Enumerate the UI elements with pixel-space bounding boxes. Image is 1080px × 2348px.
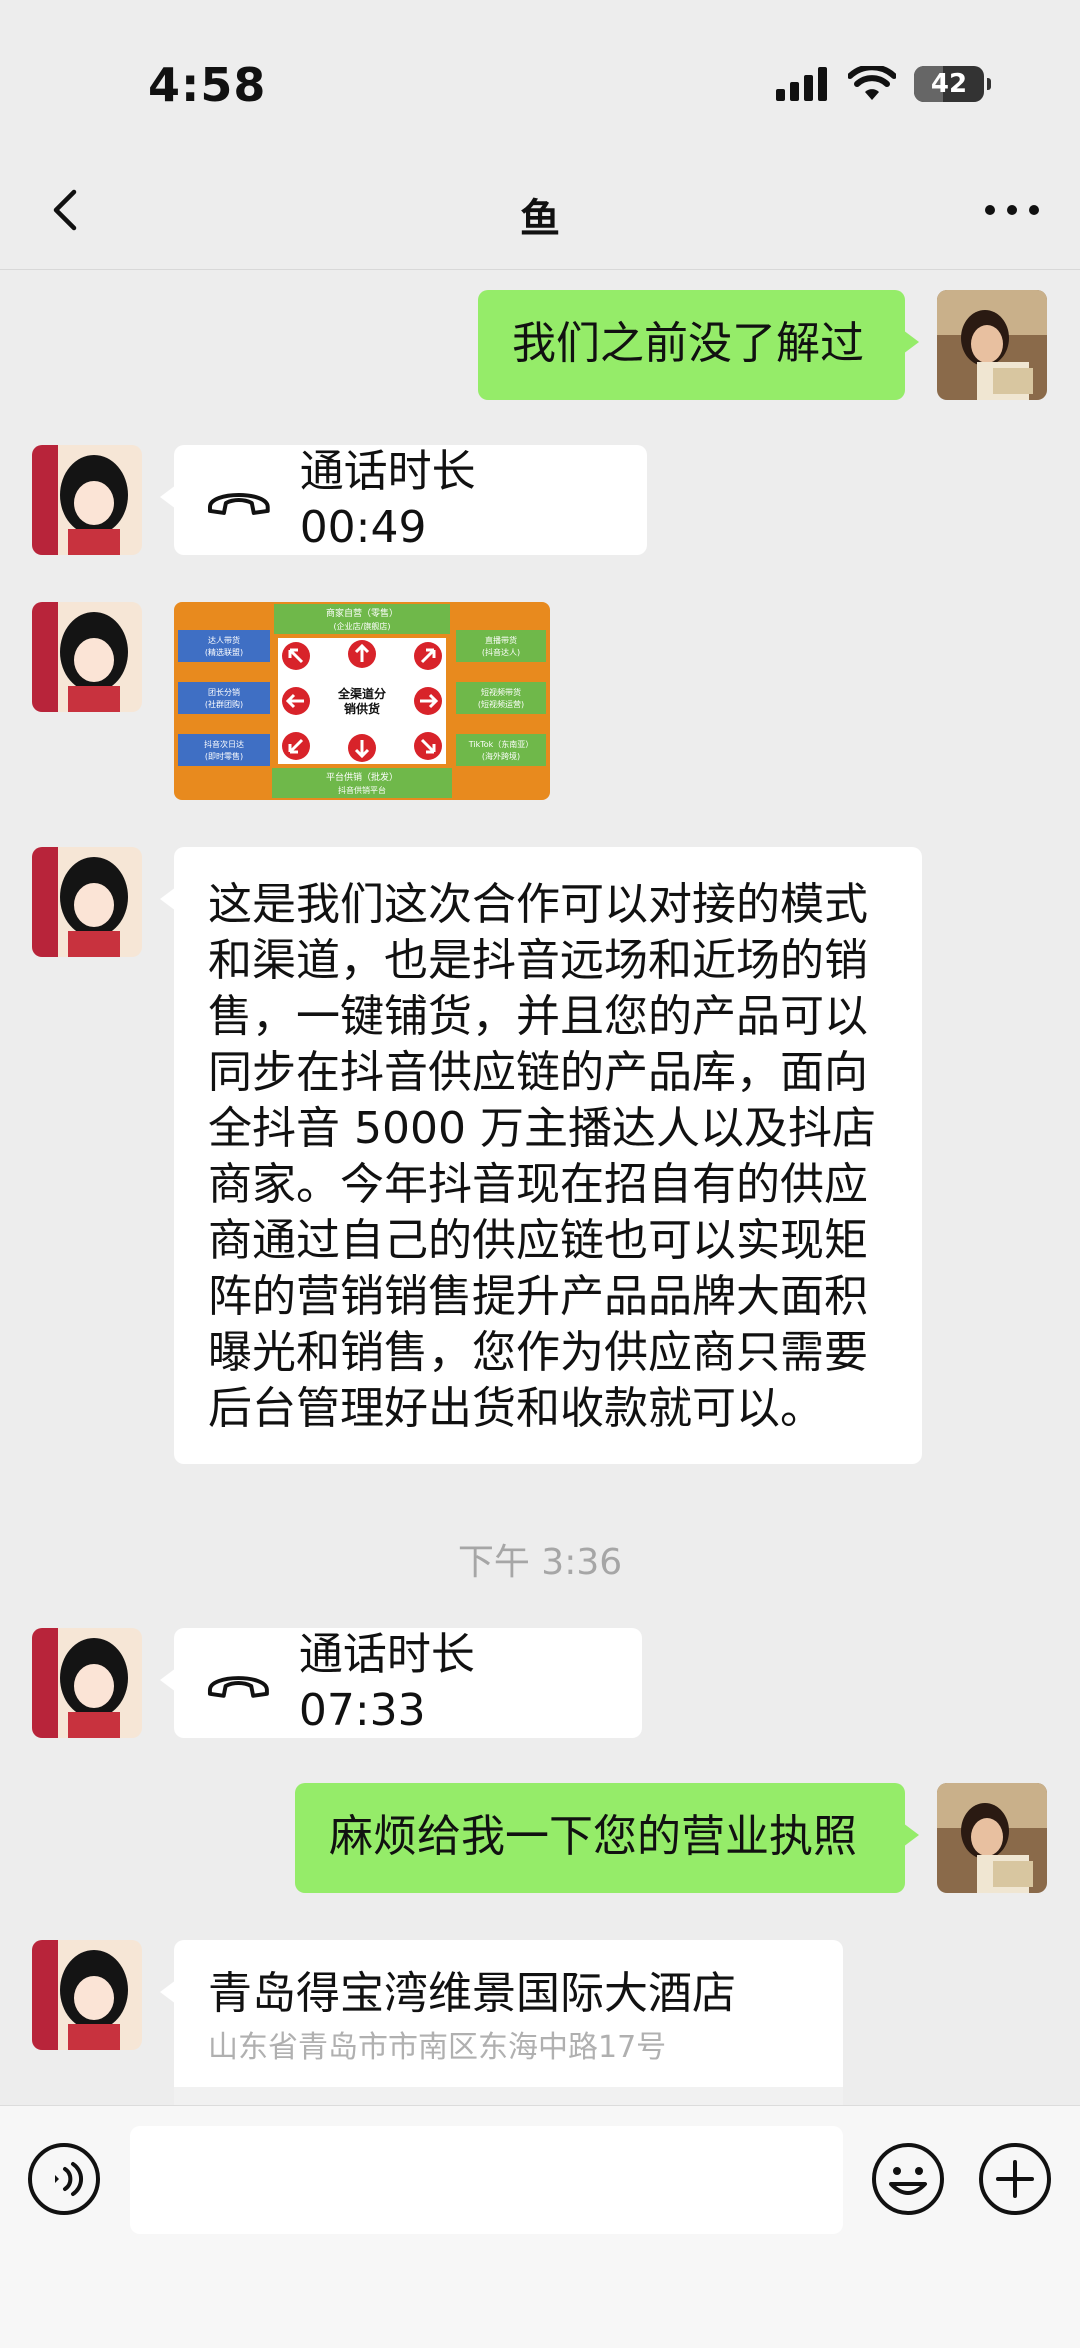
svg-text:达人带货: 达人带货: [208, 635, 240, 645]
avatar-image-self: [937, 290, 1047, 400]
svg-text:(海外跨境): (海外跨境): [482, 751, 520, 761]
chat-nav-bar: 鱼: [0, 150, 1080, 270]
contact-avatar[interactable]: [32, 1628, 142, 1738]
phone-icon: [207, 1676, 269, 1698]
avatar-image-contact: [32, 602, 142, 712]
location-map-preview: [174, 2087, 843, 2105]
sent-message-bubble[interactable]: 我们之前没了解过: [478, 290, 919, 400]
svg-text:(即时零售): (即时零售): [205, 751, 243, 761]
diagram-bottom-label: 平台供销（批发）: [326, 771, 398, 783]
avatar-image-self: [937, 1783, 1047, 1893]
call-duration-label: 通话时长 00:49: [299, 446, 476, 553]
battery-level: 42: [930, 69, 968, 99]
contact-avatar[interactable]: [32, 445, 142, 555]
message-line: 同步在抖音供应链的产品库，面向: [208, 1047, 868, 1098]
svg-text:销供货: 销供货: [344, 701, 380, 716]
message-text: 我们之前没了解过: [512, 318, 864, 369]
svg-text:(企业店/旗舰店): (企业店/旗舰店): [334, 621, 391, 631]
call-record-bubble[interactable]: 通话时长 07:33: [160, 1628, 642, 1738]
status-icons: 42: [776, 66, 991, 102]
chat-input-bar: [0, 2105, 1080, 2348]
message-line: 全抖音 5000 万主播达人以及抖店: [208, 1103, 876, 1154]
message-line: 商通过自己的供应链也可以实现矩: [208, 1215, 868, 1266]
call-duration-label: 通话时长 07:33: [298, 1629, 475, 1736]
sent-message-bubble[interactable]: 麻烦给我一下您的营业执照: [295, 1783, 919, 1893]
avatar-image-contact: [32, 1628, 142, 1738]
svg-text:(抖音达人): (抖音达人): [482, 647, 520, 657]
avatar-image-contact: [32, 1940, 142, 2050]
contact-avatar[interactable]: [32, 1940, 142, 2050]
svg-text:(精选联盟): (精选联盟): [205, 647, 243, 657]
message-line: 售，一键铺货，并且您的产品可以: [208, 991, 868, 1042]
chat-title: 鱼: [520, 196, 560, 242]
voice-icon[interactable]: [27, 2142, 101, 2216]
message-input[interactable]: [130, 2126, 843, 2234]
svg-text:抖音次日达: 抖音次日达: [204, 739, 244, 749]
phone-icon: [207, 493, 270, 515]
my-avatar[interactable]: [937, 290, 1047, 400]
call-record-bubble[interactable]: 通话时长 00:49: [160, 445, 647, 555]
contact-avatar[interactable]: [32, 602, 142, 712]
avatar-image-contact: [32, 847, 142, 957]
contact-avatar[interactable]: [32, 847, 142, 957]
image-message[interactable]: 商家自营（零售） (企业店/旗舰店) 平台供销（批发） 抖音供销平台 达人带货 …: [174, 602, 550, 800]
wifi-icon: [848, 66, 896, 100]
location-address: 山东省青岛市市南区东海中路17号: [208, 2030, 667, 2065]
plus-icon[interactable]: [978, 2142, 1052, 2216]
message-line: 和渠道，也是抖音远场和近场的销: [208, 935, 868, 986]
status-bar: 4:58 42: [0, 0, 1080, 150]
message-line: 后台管理好出货和收款就可以。: [208, 1383, 824, 1434]
my-avatar[interactable]: [937, 1783, 1047, 1893]
message-text: 麻烦给我一下您的营业执照: [329, 1811, 857, 1862]
status-time: 4:58: [148, 58, 267, 112]
svg-text:团长分销: 团长分销: [208, 687, 240, 697]
channel-diagram-image: 商家自营（零售） (企业店/旗舰店) 平台供销（批发） 抖音供销平台 达人带货 …: [174, 602, 550, 800]
location-message-card[interactable]: 青岛得宝湾维景国际大酒店 山东省青岛市市南区东海中路17号: [160, 1940, 843, 2105]
diagram-top-label: 商家自营（零售）: [326, 607, 398, 619]
svg-text:TikTok（东南亚）: TikTok（东南亚）: [468, 739, 534, 749]
signal-icon: [776, 67, 827, 101]
svg-text:(社群团购): (社群团购): [205, 699, 243, 709]
svg-text:短视频带货: 短视频带货: [481, 687, 521, 697]
avatar-image-contact: [32, 445, 142, 555]
svg-text:直播带货: 直播带货: [485, 635, 517, 645]
message-line: 曝光和销售，您作为供应商只需要: [208, 1327, 868, 1378]
svg-text:(短视频运营): (短视频运营): [478, 699, 524, 709]
received-message-bubble[interactable]: 这是我们这次合作可以对接的模式 和渠道，也是抖音远场和近场的销 售，一键铺货，并…: [160, 847, 922, 1464]
more-dots-icon[interactable]: [980, 190, 1044, 230]
diagram-center-label: 全渠道分: [337, 686, 386, 701]
chat-timestamp: 下午 3:36: [457, 1542, 623, 1583]
svg-text:抖音供销平台: 抖音供销平台: [338, 785, 386, 795]
battery-icon: 42: [914, 66, 991, 102]
message-line: 阵的营销销售提升产品品牌大面积: [208, 1271, 868, 1322]
message-line: 这是我们这次合作可以对接的模式: [208, 879, 868, 930]
message-line: 商家。今年抖音现在招自有的供应: [208, 1159, 868, 1210]
emoji-icon[interactable]: [871, 2142, 945, 2216]
location-title: 青岛得宝湾维景国际大酒店: [208, 1968, 736, 2019]
